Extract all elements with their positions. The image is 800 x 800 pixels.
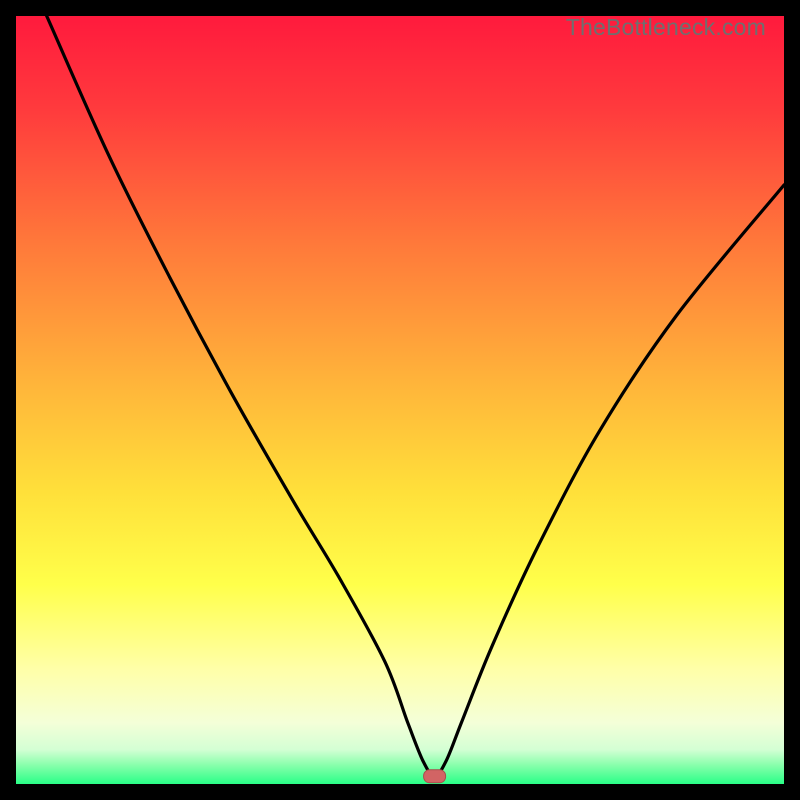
watermark-text: TheBottleneck.com	[566, 14, 766, 41]
chart-frame: TheBottleneck.com	[16, 16, 784, 784]
optimal-point-marker	[424, 770, 446, 783]
bottleneck-chart	[16, 16, 784, 784]
gradient-background	[16, 16, 784, 784]
